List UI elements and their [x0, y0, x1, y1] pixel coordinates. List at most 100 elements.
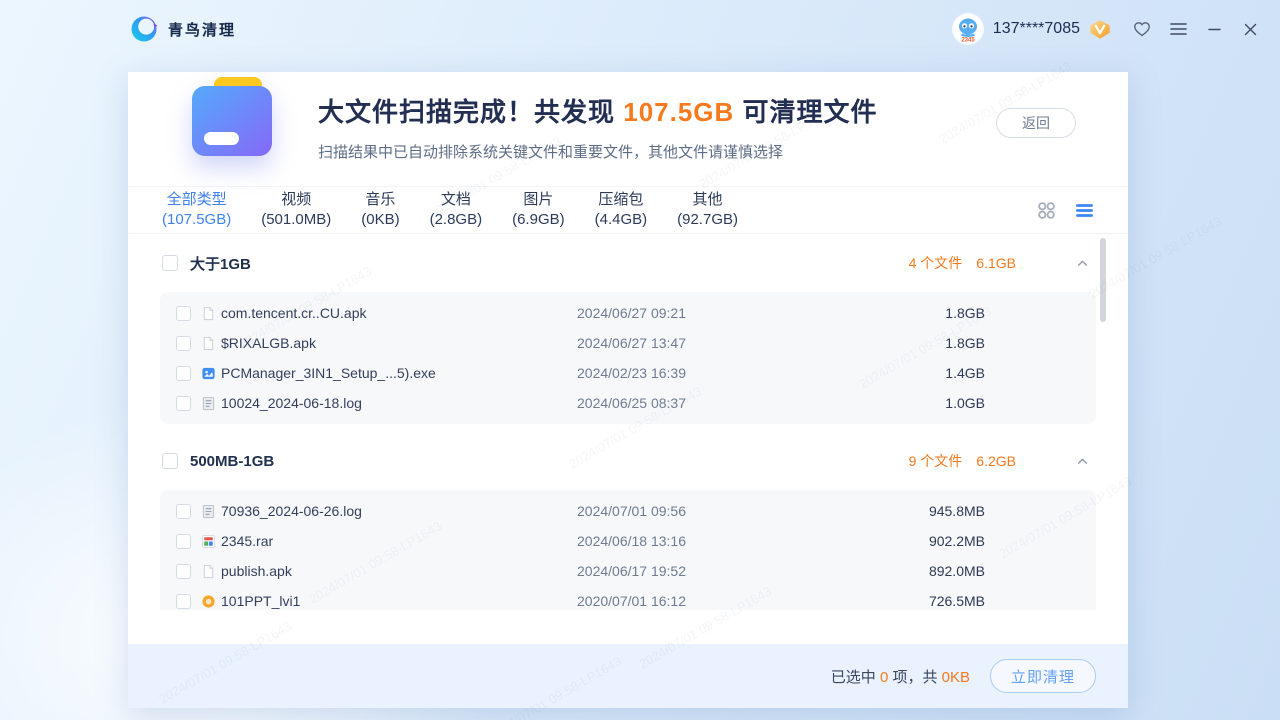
ppt-file-icon — [201, 594, 216, 609]
rar-file-icon — [201, 534, 216, 549]
file-row[interactable]: 10024_2024-06-18.log2024/06/25 08:371.0G… — [160, 388, 1096, 418]
file-row[interactable]: publish.apk2024/06/17 19:52892.0MB — [160, 556, 1096, 586]
selected-size: 0KB — [942, 669, 970, 686]
clean-now-button[interactable]: 立即清理 — [990, 659, 1096, 693]
file-checkbox[interactable] — [176, 534, 191, 549]
file-name: $RIXALGB.apk — [221, 335, 577, 351]
favorite-heart-icon[interactable] — [1130, 17, 1154, 41]
apk-file-icon — [201, 336, 216, 351]
log-file-icon — [201, 504, 216, 519]
section-header: 大于1GB 4 个文件 6.1GB — [128, 234, 1128, 292]
tab-image[interactable]: 图片(6.9GB) — [512, 191, 565, 229]
tab-size: (501.0MB) — [261, 211, 331, 229]
exe-file-icon — [201, 366, 216, 381]
chevron-up-icon[interactable] — [1076, 256, 1090, 270]
tab-document[interactable]: 文档 (2.8GB) — [430, 191, 483, 229]
file-row[interactable]: PCManager_3IN1_Setup_...5).exe2024/02/23… — [160, 358, 1096, 388]
main-card: 大文件扫描完成！共发现 107.5GB 可清理文件 扫描结果中已自动排除系统关键… — [128, 72, 1128, 708]
file-size: 902.2MB — [807, 533, 985, 549]
file-size: 1.0GB — [807, 395, 985, 411]
titlebar: 青鸟清理 2345 137****7085 — [0, 0, 1280, 58]
file-date: 2024/06/27 09:21 — [577, 305, 807, 321]
file-type-tabbar: 全部类型(107.5GB) 视频(501.0MB) 音乐(0KB) 文档 (2.8GB)… — [128, 186, 1128, 234]
tab-size: (2.8GB) — [430, 211, 483, 229]
section-file-count: 9 个文件 — [909, 451, 963, 471]
tab-size: (0KB) — [361, 211, 399, 229]
file-row[interactable]: $RIXALGB.apk2024/06/27 13:471.8GB — [160, 328, 1096, 358]
file-name: 2345.rar — [221, 533, 577, 549]
file-checkbox[interactable] — [176, 504, 191, 519]
tab-video[interactable]: 视频(501.0MB) — [261, 191, 331, 229]
user-avatar[interactable]: 2345 — [953, 14, 983, 44]
section-summary: 9 个文件 6.2GB — [909, 451, 1090, 471]
file-size: 892.0MB — [807, 563, 985, 579]
tab-music[interactable]: 音乐(0KB) — [361, 191, 399, 229]
section-checkbox[interactable] — [162, 255, 178, 271]
chevron-up-icon[interactable] — [1076, 454, 1090, 468]
app-title: 青鸟清理 — [168, 19, 236, 40]
file-row[interactable]: 101PPT_lvi12020/07/01 16:12726.5MB — [160, 586, 1096, 610]
tab-size: (92.7GB) — [677, 211, 738, 229]
section-summary: 4 个文件 6.1GB — [909, 253, 1090, 273]
app-brand: 青鸟清理 — [130, 15, 236, 43]
section-total-size: 6.2GB — [976, 453, 1016, 469]
menu-icon[interactable] — [1166, 17, 1190, 41]
file-date: 2024/07/01 09:56 — [577, 503, 807, 519]
tab-label: 压缩包 — [595, 191, 648, 209]
file-name: com.tencent.cr..CU.apk — [221, 305, 577, 321]
svg-text:2345: 2345 — [961, 38, 975, 44]
list-view-icon[interactable] — [1074, 200, 1094, 220]
file-name: publish.apk — [221, 563, 577, 579]
file-checkbox[interactable] — [176, 594, 191, 609]
file-row[interactable]: 70936_2024-06-26.log2024/07/01 09:56945.… — [160, 496, 1096, 526]
back-button[interactable]: 返回 — [996, 108, 1076, 138]
tab-size: (107.5GB) — [162, 211, 231, 229]
vip-badge-icon[interactable] — [1088, 17, 1112, 41]
app-window: 青鸟清理 2345 137****7085 — [0, 0, 1280, 720]
section-checkbox[interactable] — [162, 453, 178, 469]
file-name: 101PPT_lvi1 — [221, 593, 577, 609]
section-total-size: 6.1GB — [976, 255, 1016, 271]
file-checkbox[interactable] — [176, 366, 191, 381]
file-row[interactable]: com.tencent.cr..CU.apk2024/06/27 09:211.… — [160, 298, 1096, 328]
file-checkbox[interactable] — [176, 396, 191, 411]
section-title: 大于1GB — [190, 253, 251, 274]
tab-size: (4.4GB) — [595, 211, 648, 229]
section-file-count: 4 个文件 — [909, 253, 963, 273]
section-title: 500MB-1GB — [190, 453, 274, 470]
tab-label: 其他 — [677, 191, 738, 209]
app-logo-bird-icon — [130, 15, 158, 43]
file-row[interactable]: 2345.rar2024/06/18 13:16902.2MB — [160, 526, 1096, 556]
tab-all[interactable]: 全部类型(107.5GB) — [162, 191, 231, 229]
close-icon[interactable] — [1238, 17, 1262, 41]
file-name: PCManager_3IN1_Setup_...5).exe — [221, 365, 577, 381]
file-date: 2024/06/17 19:52 — [577, 563, 807, 579]
scan-result-header: 大文件扫描完成！共发现 107.5GB 可清理文件 扫描结果中已自动排除系统关键… — [128, 72, 1128, 186]
file-checkbox[interactable] — [176, 306, 191, 321]
file-date: 2024/06/25 08:37 — [577, 395, 807, 411]
scrollbar-thumb[interactable] — [1100, 238, 1106, 322]
bottom-action-bar: 已选中 0 项，共 0KB 立即清理 — [128, 644, 1128, 708]
grid-view-icon[interactable] — [1036, 200, 1056, 220]
file-row-group: com.tencent.cr..CU.apk2024/06/27 09:211.… — [160, 292, 1096, 424]
file-row-group: 70936_2024-06-26.log2024/07/01 09:56945.… — [160, 490, 1096, 610]
file-checkbox[interactable] — [176, 564, 191, 579]
file-size: 1.8GB — [807, 335, 985, 351]
minimize-icon[interactable] — [1202, 17, 1226, 41]
file-list: 大于1GB4 个文件6.1GBcom.tencent.cr..CU.apk202… — [128, 234, 1128, 610]
file-size: 1.4GB — [807, 365, 985, 381]
file-name: 70936_2024-06-26.log — [221, 503, 577, 519]
file-date: 2024/06/27 13:47 — [577, 335, 807, 351]
file-size: 726.5MB — [807, 593, 985, 609]
file-date: 2024/02/23 16:39 — [577, 365, 807, 381]
log-file-icon — [201, 396, 216, 411]
file-date: 2020/07/01 16:12 — [577, 593, 807, 609]
file-checkbox[interactable] — [176, 336, 191, 351]
tab-other[interactable]: 其他 (92.7GB) — [677, 191, 738, 229]
folder-icon — [184, 74, 280, 166]
tab-size: (6.9GB) — [512, 211, 565, 229]
tab-archive[interactable]: 压缩包 (4.4GB) — [595, 191, 648, 229]
apk-file-icon — [201, 306, 216, 321]
tab-label: 文档 — [430, 191, 483, 209]
file-size: 945.8MB — [807, 503, 985, 519]
